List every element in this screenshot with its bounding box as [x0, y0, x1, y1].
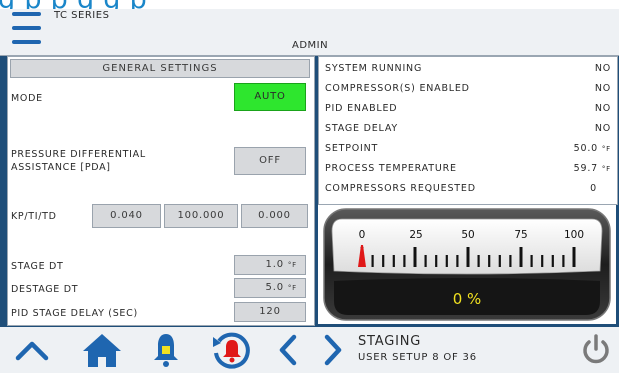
status-panel: SYSTEM RUNNING NO COMPRESSOR(S) ENABLED …	[318, 56, 618, 205]
status-row: COMPRESSOR(S) ENABLED NO	[325, 81, 611, 97]
stage-dt-value: 1.0	[265, 259, 284, 270]
td-field[interactable]: 0.000	[241, 204, 308, 228]
stage-dt-field[interactable]: 1.0 °F	[234, 255, 306, 275]
status-label: PROCESS TEMPERATURE	[325, 163, 457, 174]
gauge-tick-label: 50	[461, 229, 474, 241]
mode-label: MODE	[11, 93, 43, 104]
right-chevron-icon[interactable]	[318, 331, 348, 369]
ti-field[interactable]: 100.000	[164, 204, 238, 228]
process-temp-value: 59.7	[573, 163, 599, 174]
pda-label-line2: ASSISTANCE [PDA]	[11, 162, 111, 173]
status-row: PID ENABLED NO	[325, 101, 611, 117]
left-chevron-icon[interactable]	[273, 331, 303, 369]
status-value: NO	[594, 123, 611, 134]
destage-dt-unit: °F	[287, 284, 297, 292]
kp-ti-td-label: KP/TI/TD	[11, 211, 57, 222]
status-row: SYSTEM RUNNING NO	[325, 61, 611, 77]
status-value: NO	[594, 63, 611, 74]
up-chevron-icon[interactable]	[10, 331, 54, 369]
pda-label-line1: PRESSURE DIFFERENTIAL	[11, 149, 146, 160]
status-label: PID ENABLED	[325, 103, 398, 114]
general-settings-panel: GENERAL SETTINGS MODE AUTO PRESSURE DIFF…	[7, 56, 315, 326]
process-temp-unit: °F	[601, 165, 611, 173]
cutoff-banner: g p p g g p	[0, 0, 619, 9]
stage-dt-unit: °F	[287, 261, 297, 269]
pda-button[interactable]: OFF	[234, 147, 306, 175]
pid-stage-delay-field[interactable]: 120	[234, 302, 306, 322]
pid-stage-delay-label: PID STAGE DELAY (SEC)	[11, 308, 138, 319]
screen-subtitle: USER SETUP 8 OF 36	[358, 352, 477, 363]
destage-dt-field[interactable]: 5.0 °F	[234, 278, 306, 298]
status-row: STAGE DELAY NO	[325, 121, 611, 137]
status-label: STAGE DELAY	[325, 123, 399, 134]
home-icon[interactable]	[80, 331, 124, 369]
footer-bar: STAGING USER SETUP 8 OF 36	[0, 327, 619, 373]
general-settings-title: GENERAL SETTINGS	[10, 59, 310, 78]
kp-field[interactable]: 0.040	[92, 204, 161, 228]
alarm-reset-icon[interactable]	[208, 331, 254, 369]
gauge-percent-readout: 0 %	[453, 290, 482, 308]
setpoint-unit: °F	[601, 145, 611, 153]
status-value-with-unit: 59.7 °F	[574, 163, 611, 174]
status-label: COMPRESSORS REQUESTED	[325, 183, 476, 194]
header-bar: TC SERIES ADMIN	[0, 9, 619, 56]
status-row: PROCESS TEMPERATURE 59.7 °F	[325, 161, 611, 177]
gauge-graphic: 0 25 50 75 100 0 %	[318, 205, 616, 324]
gauge-tick-label: 0	[359, 229, 366, 241]
status-value: 0	[590, 183, 597, 194]
destage-dt-value: 5.0	[265, 282, 284, 293]
series-title: TC SERIES	[54, 10, 110, 21]
screen-title: STAGING	[358, 334, 422, 349]
status-label: COMPRESSOR(S) ENABLED	[325, 83, 470, 94]
gauge-tick-label: 100	[564, 229, 584, 241]
status-value: NO	[594, 103, 611, 114]
status-row: COMPRESSORS REQUESTED 0	[325, 181, 611, 197]
gauge-tick-label: 25	[409, 229, 422, 241]
user-label: ADMIN	[292, 40, 329, 51]
mode-button[interactable]: AUTO	[234, 83, 306, 111]
gauge-tick-label: 75	[514, 229, 527, 241]
power-icon[interactable]	[578, 331, 614, 369]
status-value-with-unit: 50.0 °F	[574, 143, 611, 154]
setpoint-value: 50.0	[573, 143, 599, 154]
destage-dt-label: DESTAGE DT	[11, 284, 79, 295]
bell-icon[interactable]	[146, 331, 186, 369]
menu-icon[interactable]	[0, 9, 50, 55]
status-row: SETPOINT 50.0 °F	[325, 141, 611, 157]
cutoff-banner-text: g p p g g p	[0, 0, 147, 9]
stage-dt-label: STAGE DT	[11, 261, 64, 272]
status-label: SYSTEM RUNNING	[325, 63, 423, 74]
status-label: SETPOINT	[325, 143, 379, 154]
capacity-gauge: 0 25 50 75 100 0 %	[318, 205, 616, 324]
status-value: NO	[594, 83, 611, 94]
